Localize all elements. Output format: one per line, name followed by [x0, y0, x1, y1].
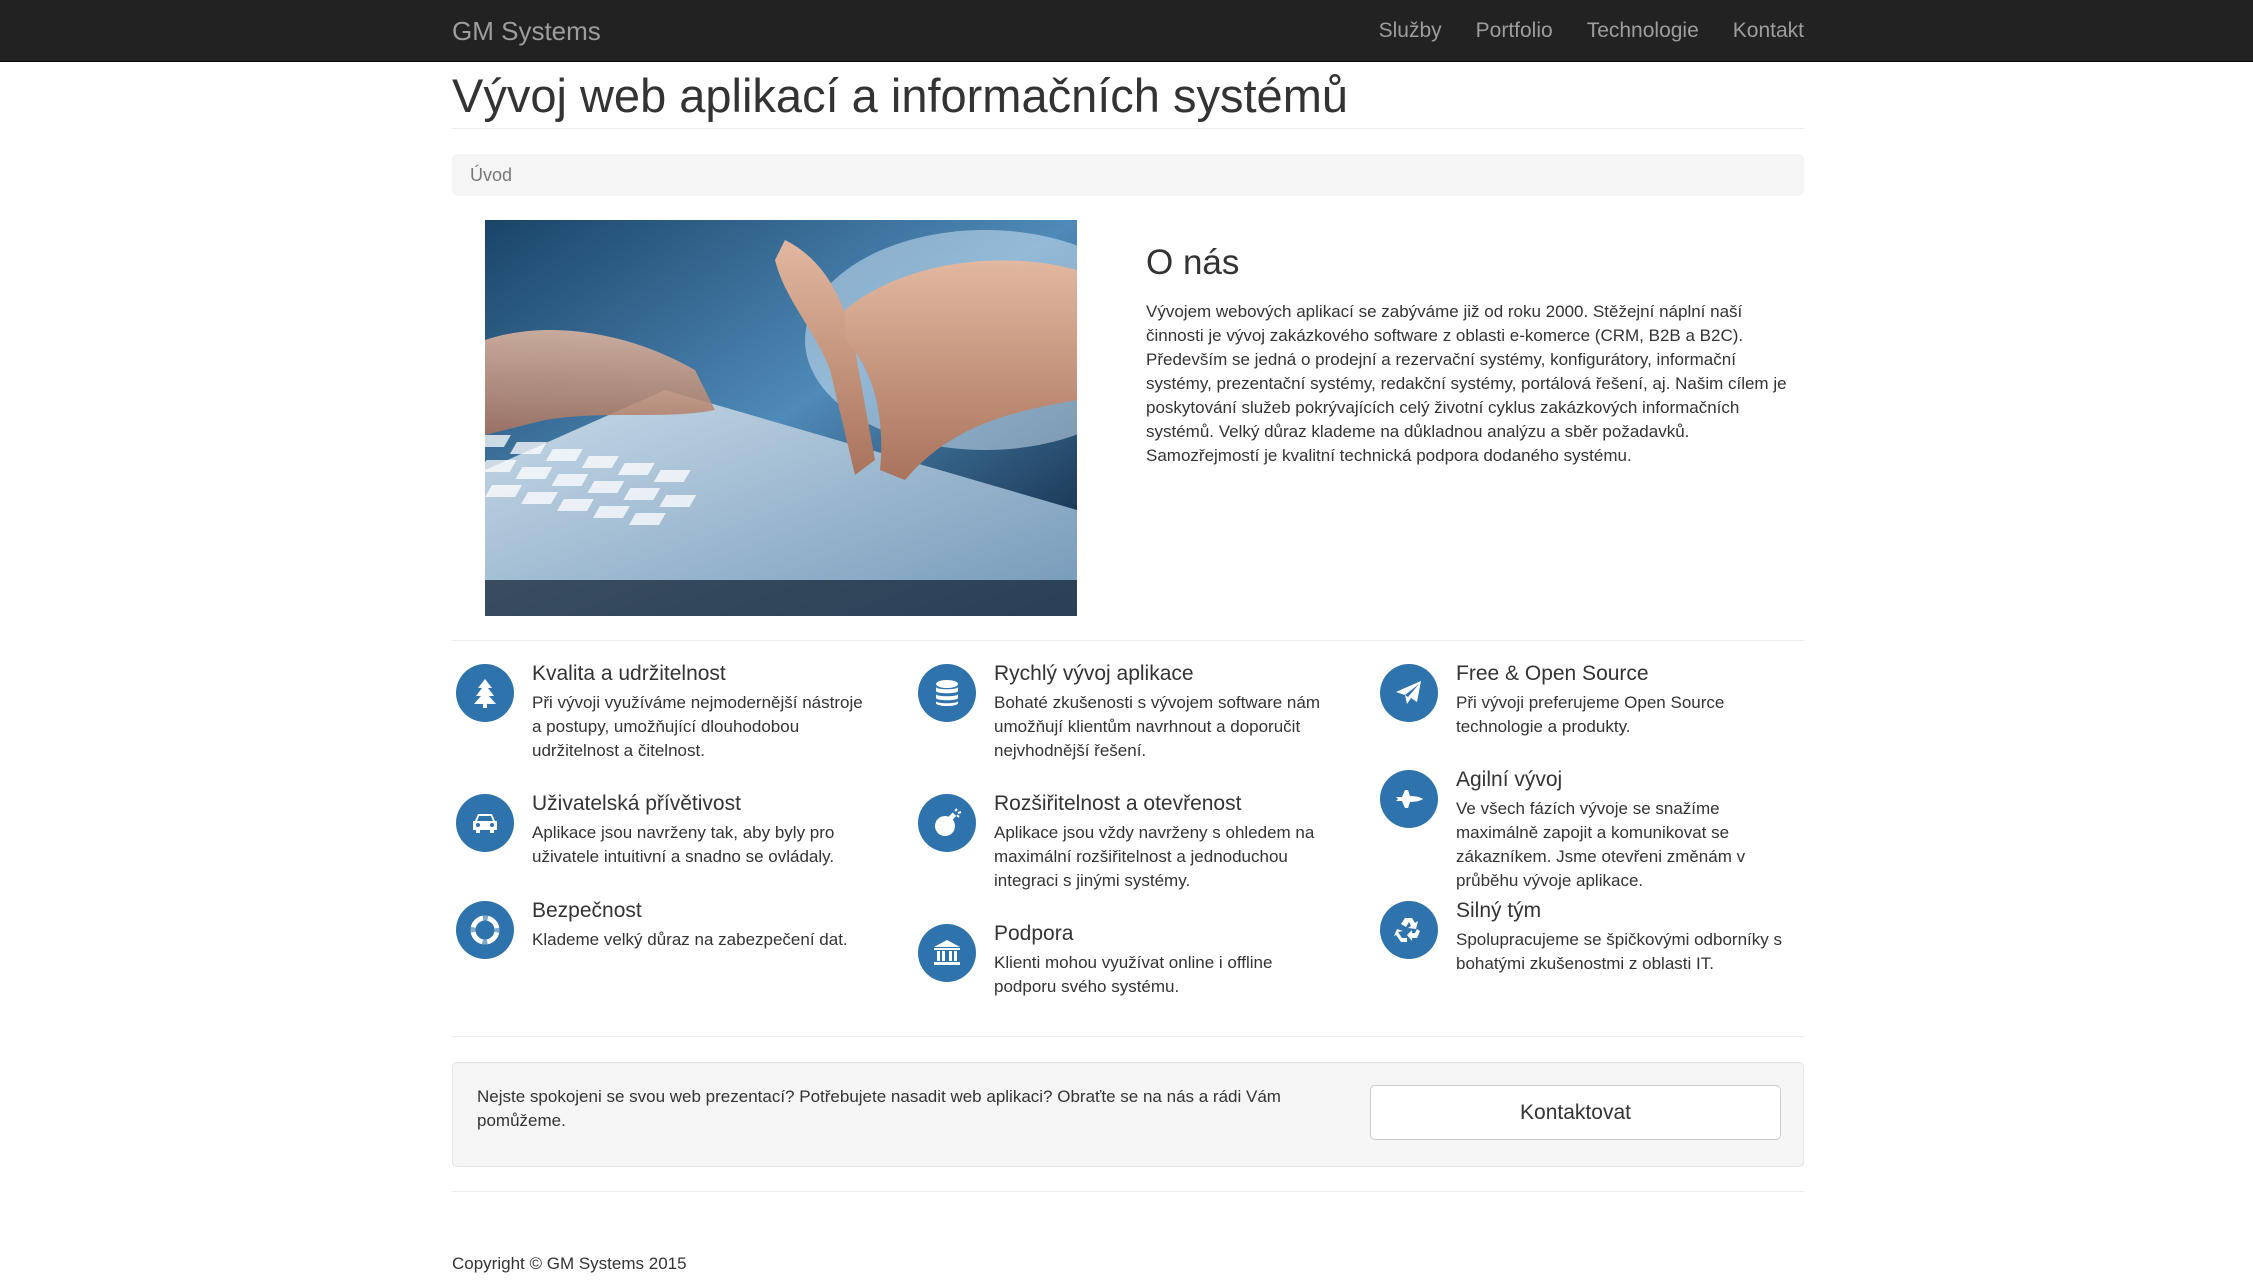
- brand-link[interactable]: GM Systems: [452, 0, 601, 62]
- nav-link-kontakt[interactable]: Kontakt: [1716, 0, 1804, 62]
- cta-well: Nejste spokojeni se svou web prezentací?…: [452, 1062, 1804, 1167]
- contact-button[interactable]: Kontaktovat: [1370, 1085, 1781, 1140]
- feature-title: Agilní vývoj: [1456, 768, 1563, 791]
- main-nav: Služby Portfolio Technologie Kontakt: [1362, 0, 1804, 62]
- feature-agile: Agilní vývoj Ve všech fázích vývoje se s…: [1380, 766, 1800, 893]
- bomb-icon: [918, 794, 976, 852]
- feature-security: Bezpečnost Klademe velký důraz na zabezp…: [456, 897, 876, 959]
- feature-open-source: Free & Open Source Při vývoji preferujem…: [1380, 660, 1800, 739]
- feature-title: Uživatelská přívětivost: [532, 792, 741, 815]
- breadcrumb: Úvod: [452, 154, 1804, 196]
- bank-icon: [918, 924, 976, 982]
- hero-image: [485, 220, 1077, 616]
- car-icon: [456, 794, 514, 852]
- feature-support: Podpora Klienti mohou využívat online i …: [918, 920, 1338, 999]
- feature-text: Aplikace jsou navrženy tak, aby byly pro…: [532, 823, 835, 866]
- nav-link-technologie[interactable]: Technologie: [1570, 0, 1716, 62]
- feature-text: Při vývoji využíváme nejmodernější nástr…: [532, 693, 863, 760]
- recycle-icon: [1380, 901, 1438, 959]
- about-section: O nás Vývojem webových aplikací se zabýv…: [1146, 240, 1796, 468]
- divider: [452, 1036, 1804, 1037]
- breadcrumb-item-home[interactable]: Úvod: [470, 165, 512, 185]
- feature-title: Rozšiřitelnost a otevřenost: [994, 792, 1242, 815]
- life-ring-icon: [456, 901, 514, 959]
- nav-link-portfolio[interactable]: Portfolio: [1459, 0, 1570, 62]
- divider: [452, 640, 1804, 641]
- feature-extensibility: Rozšiřitelnost a otevřenost Aplikace jso…: [918, 790, 1338, 893]
- feature-text: Aplikace jsou vždy navrženy s ohledem na…: [994, 823, 1315, 890]
- feature-title: Free & Open Source: [1456, 662, 1649, 685]
- feature-text: Bohaté zkušenosti s vývojem software nám…: [994, 693, 1320, 760]
- space-shuttle-icon: [1380, 770, 1438, 828]
- page-title: Vývoj web aplikací a informačních systém…: [452, 69, 1348, 122]
- title-divider: [452, 128, 1804, 129]
- footer-copyright: Copyright © GM Systems 2015: [452, 1254, 687, 1273]
- feature-title: Bezpečnost: [532, 899, 642, 922]
- about-text: Vývojem webových aplikací se zabýváme ji…: [1146, 302, 1787, 465]
- feature-title: Podpora: [994, 922, 1074, 945]
- navbar: GM Systems Služby Portfolio Technologie …: [0, 0, 2253, 62]
- feature-text: Klademe velký důraz na zabezpečení dat.: [532, 930, 848, 949]
- about-heading: O nás: [1146, 243, 1240, 282]
- paper-plane-icon: [1380, 664, 1438, 722]
- feature-title: Rychlý vývoj aplikace: [994, 662, 1194, 685]
- divider: [452, 1191, 1804, 1192]
- feature-fast-development: Rychlý vývoj aplikace Bohaté zkušenosti …: [918, 660, 1338, 763]
- feature-text: Spolupracujeme se špičkovými odborníky s…: [1456, 930, 1782, 973]
- database-icon: [918, 664, 976, 722]
- feature-title: Silný tým: [1456, 899, 1542, 922]
- feature-text: Ve všech fázích vývoje se snažíme maximá…: [1456, 799, 1746, 890]
- feature-text: Klienti mohou využívat online i offline …: [994, 953, 1273, 996]
- feature-quality: Kvalita a udržitelnost Při vývoji využív…: [456, 660, 876, 763]
- tree-icon: [456, 664, 514, 722]
- cta-text: Nejste spokojeni se svou web prezentací?…: [477, 1087, 1281, 1130]
- feature-text: Při vývoji preferujeme Open Source techn…: [1456, 693, 1725, 736]
- feature-title: Kvalita a udržitelnost: [532, 662, 726, 685]
- feature-usability: Uživatelská přívětivost Aplikace jsou na…: [456, 790, 876, 869]
- nav-link-sluzby[interactable]: Služby: [1362, 0, 1459, 62]
- feature-strong-team: Silný tým Spolupracujeme se špičkovými o…: [1380, 897, 1800, 976]
